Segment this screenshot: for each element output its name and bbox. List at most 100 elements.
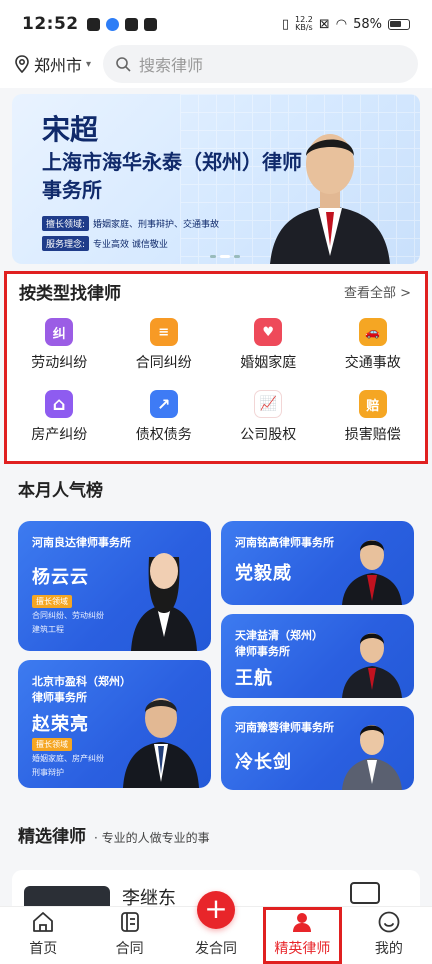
tab-label: 合同 xyxy=(115,941,144,957)
tab-label: 首页 xyxy=(29,941,58,957)
card-lawyer-photo xyxy=(342,633,402,698)
popular-card[interactable]: 北京市盈科（郑州） 律师事务所 赵荣亮 擅长领域 婚姻家庭、房产纠纷 刑事辩护 xyxy=(18,660,211,788)
popular-card[interactable]: 天津益清（郑州） 律师事务所 王航 xyxy=(221,614,414,698)
card-lawyer-photo xyxy=(342,725,402,790)
compensation-icon: 赔 xyxy=(358,390,387,418)
type-item-marriage[interactable]: ♥ 婚姻家庭 xyxy=(216,318,321,372)
contract-icon: ≡ xyxy=(149,318,178,346)
labor-icon: 纠 xyxy=(45,318,74,346)
banner-lawyer-name: 宋超 xyxy=(42,113,99,146)
chevron-down-icon: ▾ xyxy=(86,58,92,70)
lawyer-type-section: 按类型找律师 查看全部 > 纠 劳动纠纷 ≡ 合同纠纷 ♥ 婚姻家庭 🚗 交通事… xyxy=(4,271,428,464)
banner-field-tag: 擅长领域: xyxy=(42,216,90,231)
app-icon xyxy=(143,17,157,31)
card-badge: 擅长领域 xyxy=(32,595,72,608)
status-time: 12:52 xyxy=(22,14,79,34)
type-label: 债权债务 xyxy=(135,427,192,443)
type-label: 公司股权 xyxy=(240,427,297,443)
location-pin-icon xyxy=(15,55,29,73)
search-placeholder: 搜索律师 xyxy=(139,56,204,75)
selected-header: 精选律师 · 专业的人做专业的事 xyxy=(18,822,210,847)
card-firm: 河南铭高律师事务所 xyxy=(235,536,334,549)
type-item-contract[interactable]: ≡ 合同纠纷 xyxy=(112,318,217,372)
type-label: 劳动纠纷 xyxy=(31,355,88,371)
city-selector[interactable]: 郑州市 ▾ xyxy=(14,52,91,76)
type-item-labor[interactable]: 纠 劳动纠纷 xyxy=(7,318,112,372)
card-lawyer-photo xyxy=(131,553,197,651)
type-item-compensation[interactable]: 赔 损害赔偿 xyxy=(321,390,426,444)
popular-card[interactable]: 河南豫蓉律师事务所 冷长剑 xyxy=(221,706,414,790)
lawyer-type-title: 按类型找律师 xyxy=(19,284,121,304)
type-label: 合同纠纷 xyxy=(135,355,192,371)
popular-title: 本月人气榜 xyxy=(18,481,103,501)
card-firm: 河南豫蓉律师事务所 xyxy=(235,721,334,734)
card-lawyer-photo xyxy=(123,698,199,788)
popular-card[interactable]: 河南良达律师事务所 杨云云 擅长领域 合同纠纷、劳动纠纷 建筑工程 xyxy=(18,521,211,651)
person-icon xyxy=(293,913,312,932)
type-label: 房产纠纷 xyxy=(31,427,88,443)
selected-title: 精选律师 xyxy=(18,827,86,847)
network-speed: 12.2 KB/s xyxy=(295,15,313,32)
no-sim-icon: ⊠ xyxy=(318,16,330,32)
card-firm: 河南良达律师事务所 xyxy=(32,536,131,549)
battery-icon xyxy=(388,18,410,30)
city-label: 郑州市 xyxy=(34,56,83,75)
view-all-link[interactable]: 查看全部 > xyxy=(344,282,411,301)
banner-lawyer-photo xyxy=(270,134,390,264)
app-notification-icon xyxy=(105,17,119,31)
debt-icon: ↗ xyxy=(149,390,178,418)
tab-elite-lawyers[interactable]: 精英律师 xyxy=(259,907,345,964)
tab-mine[interactable]: 我的 xyxy=(346,907,432,964)
search-input[interactable]: 搜索律师 xyxy=(103,45,418,83)
tab-label: 发合同 xyxy=(195,941,238,957)
promo-banner[interactable]: 宋超 上海市海华永泰（郑州）律师事务所 擅长领域: 婚姻家庭、刑事辩护、交通事故… xyxy=(12,94,420,264)
type-item-equity[interactable]: 📈 公司股权 xyxy=(216,390,321,444)
type-label: 交通事故 xyxy=(344,355,401,371)
tab-contract[interactable]: 合同 xyxy=(86,907,172,964)
wifi-icon: ◠ xyxy=(335,16,348,32)
card-areas: 婚姻家庭、房产纠纷 刑事辩护 xyxy=(32,754,104,777)
banner-field-value: 婚姻家庭、刑事辩护、交通事故 xyxy=(93,220,220,230)
card-lawyer-name: 冷长剑 xyxy=(235,752,292,773)
card-lawyer-name: 赵荣亮 xyxy=(32,714,89,735)
status-app-icons xyxy=(86,17,157,31)
marriage-icon: ♥ xyxy=(254,318,283,346)
bottom-tab-bar: 首页 合同 + 发合同 精英律师 我的 xyxy=(0,891,432,964)
card-areas: 合同纠纷、劳动纠纷 建筑工程 xyxy=(32,611,104,634)
card-firm: 天津益清（郑州） 律师事务所 xyxy=(235,629,323,658)
card-lawyer-photo xyxy=(342,540,402,605)
card-lawyer-name: 王航 xyxy=(235,668,273,689)
tab-label: 精英律师 xyxy=(274,941,331,957)
selected-subtitle: · 专业的人做专业的事 xyxy=(94,831,210,845)
type-item-debt[interactable]: ↗ 债权债务 xyxy=(112,390,217,444)
equity-icon: 📈 xyxy=(254,390,283,418)
banner-concept-tag: 服务理念: xyxy=(42,236,90,251)
card-lawyer-name: 杨云云 xyxy=(32,567,89,588)
top-header: 郑州市 ▾ 搜索律师 xyxy=(0,40,432,88)
tab-home[interactable]: 首页 xyxy=(0,907,86,964)
smile-icon xyxy=(378,911,400,933)
card-firm: 北京市盈科（郑州） 律师事务所 xyxy=(32,675,131,704)
popular-card[interactable]: 河南铭高律师事务所 党毅威 xyxy=(221,521,414,605)
search-icon xyxy=(116,57,131,72)
plus-icon: + xyxy=(197,891,236,929)
house-icon: ⌂ xyxy=(45,390,74,418)
lawyer-type-header: 按类型找律师 查看全部 > xyxy=(19,279,411,304)
card-badge: 擅长领域 xyxy=(32,738,72,751)
banner-field-row: 擅长领域: 婚姻家庭、刑事辩护、交通事故 xyxy=(42,216,219,231)
type-label: 损害赔偿 xyxy=(344,427,401,443)
vibrate-icon: ▯ xyxy=(281,16,290,32)
status-indicators: ▯ 12.2 KB/s ⊠ ◠ 58% xyxy=(282,16,410,32)
type-item-house[interactable]: ⌂ 房产纠纷 xyxy=(7,390,112,444)
message-icon[interactable] xyxy=(350,882,380,904)
tab-send-contract[interactable]: + 发合同 xyxy=(173,891,259,964)
banner-concept-value: 专业高效 诚信敬业 xyxy=(93,240,168,250)
document-icon xyxy=(120,912,139,932)
type-label: 婚姻家庭 xyxy=(240,355,297,371)
home-icon xyxy=(33,912,54,932)
type-item-traffic[interactable]: 🚗 交通事故 xyxy=(321,318,426,372)
tab-label: 我的 xyxy=(374,941,403,957)
app-icon xyxy=(124,17,138,31)
banner-pagination xyxy=(210,255,240,258)
battery-percent: 58% xyxy=(353,16,382,32)
